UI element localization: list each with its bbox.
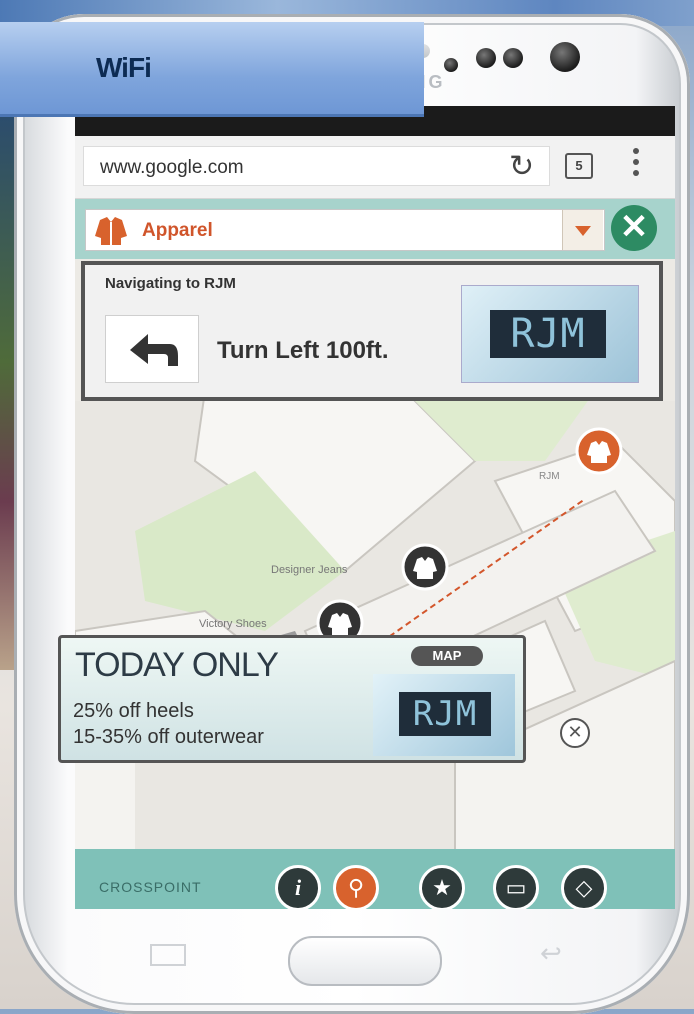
map-label-victory-shoes: Victory Shoes — [199, 618, 267, 630]
turn-left-arrow-icon — [130, 334, 178, 366]
promo-logo: RJM — [373, 674, 515, 756]
sensor-dot — [444, 58, 458, 72]
map-building — [75, 751, 135, 851]
category-label: Apparel — [142, 220, 213, 241]
location-pin-icon[interactable]: ⚲ — [333, 865, 379, 909]
shopping-bag-icon[interactable]: ▭ — [493, 865, 539, 909]
promo-title: TODAY ONLY — [75, 646, 279, 684]
navigation-panel: Navigating to RJM Turn Left 100ft. RJM — [81, 261, 663, 401]
turn-left-button[interactable] — [105, 315, 199, 383]
map-label-designer-jeans: Designer Jeans — [271, 564, 348, 576]
mall-app: Apparel ✕ Navigating to RJM Turn Left 10… — [75, 199, 675, 909]
promo-offer-2: 15-35% off outerwear — [73, 726, 264, 748]
category-bar: Apparel ✕ — [75, 199, 675, 259]
brand-label: CROSSPOINT — [99, 879, 202, 895]
promo-offer-1: 25% off heels — [73, 700, 194, 722]
info-icon[interactable]: i — [275, 865, 321, 909]
rjm-logo-text: RJM — [399, 692, 491, 736]
url-field[interactable]: www.google.com ↻ — [83, 146, 550, 186]
url-text: www.google.com — [100, 157, 244, 178]
category-select[interactable]: Apparel — [85, 209, 605, 251]
turn-instruction: Turn Left 100ft. — [217, 337, 389, 364]
rjm-logo-text: RJM — [490, 310, 606, 358]
promo-popup[interactable]: TODAY ONLY MAP 25% off heels 15-35% off … — [58, 635, 526, 763]
screen: www.google.com ↻ 5 Apparel ✕ Navigating … — [75, 106, 675, 909]
chevron-down-icon[interactable] — [562, 210, 603, 250]
destination-marker — [575, 427, 623, 475]
navigation-title: Navigating to RJM — [105, 275, 236, 292]
jacket-icon — [95, 217, 127, 245]
map-label-rjm: RJM — [539, 471, 560, 482]
phone-body: SAMSUNG www.google.com ↻ 5 Apparel — [14, 14, 690, 1014]
menu-key[interactable] — [150, 944, 186, 966]
destination-logo: RJM — [461, 285, 639, 383]
map-icon[interactable]: ◇ — [561, 865, 607, 909]
map-badge[interactable]: MAP — [411, 646, 483, 666]
tabs-icon[interactable]: 5 — [565, 153, 593, 179]
wifi-banner: WiFi — [0, 22, 424, 117]
mall-map[interactable]: RJM Designer Jeans Victory Shoes — [75, 401, 675, 851]
reload-icon[interactable]: ↻ — [509, 149, 534, 184]
wifi-label: WiFi — [96, 52, 152, 83]
sensor-dot — [476, 48, 496, 68]
star-icon[interactable]: ★ — [419, 865, 465, 909]
overflow-menu-icon[interactable] — [633, 148, 641, 182]
back-key-icon[interactable]: ↩ — [540, 938, 562, 969]
home-button[interactable] — [288, 936, 442, 986]
bottom-toolbar: CROSSPOINT i ⚲ ★ ▭ ◇ — [75, 849, 675, 909]
store-marker-designer-jeans — [401, 543, 449, 591]
front-camera — [550, 42, 580, 72]
close-icon[interactable]: ✕ — [611, 205, 657, 251]
browser-toolbar: www.google.com ↻ 5 — [75, 136, 675, 199]
sensor-dot — [503, 48, 523, 68]
promo-close-icon[interactable]: ✕ — [560, 718, 590, 748]
